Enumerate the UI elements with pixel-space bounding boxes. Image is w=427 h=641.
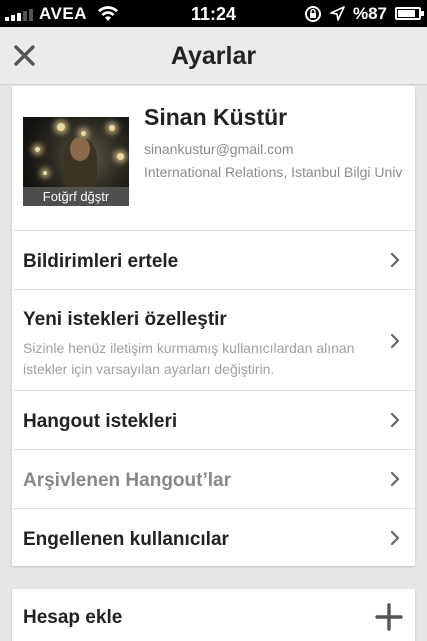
add-account-card[interactable]: Hesap ekle bbox=[12, 589, 415, 641]
avatar[interactable]: Fotğrf dğştr bbox=[23, 117, 129, 206]
setting-archived-hangouts[interactable]: Arşivlenen Hangout’lar bbox=[12, 450, 415, 509]
profile-section: Fotğrf dğştr Sinan Küstür sinankustur@gm… bbox=[12, 86, 415, 231]
chevron-right-icon bbox=[390, 252, 400, 268]
setting-label: Arşivlenen Hangout’lar bbox=[23, 470, 231, 491]
setting-blocked-users[interactable]: Engellenen kullanıcılar bbox=[12, 509, 415, 566]
chevron-right-icon bbox=[390, 333, 400, 349]
setting-label: Yeni istekleri özelleştir bbox=[23, 309, 227, 330]
chevron-right-icon bbox=[390, 412, 400, 428]
avatar-face bbox=[70, 137, 90, 161]
battery-percent: %87 bbox=[352, 3, 387, 23]
setting-hangout-invites[interactable]: Hangout istekleri bbox=[12, 391, 415, 450]
add-account-button[interactable] bbox=[375, 603, 403, 631]
profile-email: sinankustur@gmail.com bbox=[144, 141, 294, 157]
setting-snooze-notifications[interactable]: Bildirimleri ertele bbox=[12, 231, 415, 290]
close-icon bbox=[14, 45, 35, 66]
plus-icon bbox=[375, 603, 403, 631]
setting-label: Hangout istekleri bbox=[23, 411, 178, 432]
location-arrow-icon bbox=[330, 6, 345, 21]
profile-name: Sinan Küstür bbox=[144, 104, 288, 130]
close-button[interactable] bbox=[6, 36, 46, 76]
add-account-label: Hesap ekle bbox=[23, 607, 123, 628]
setting-label: Bildirimleri ertele bbox=[23, 251, 179, 272]
profile-school: International Relations, Istanbul Bilgi … bbox=[144, 164, 403, 180]
setting-description: Sizinle henüz iletişim kurmamış kullanıc… bbox=[23, 340, 355, 377]
status-bar: AVEA 11:24 %87 bbox=[0, 0, 427, 27]
battery-fill bbox=[398, 10, 416, 17]
nav-bar: Ayarlar bbox=[0, 27, 427, 85]
chevron-right-icon bbox=[390, 471, 400, 487]
page-title: Ayarlar bbox=[170, 42, 257, 70]
chevron-right-icon bbox=[390, 530, 400, 546]
status-right: %87 bbox=[304, 0, 424, 27]
setting-label: Engellenen kullanıcılar bbox=[23, 529, 229, 550]
battery-icon bbox=[395, 7, 424, 20]
setting-customize-invites[interactable]: Yeni istekleri özelleştir Sizinle henüz … bbox=[12, 290, 415, 391]
change-photo-label[interactable]: Fotğrf dğştr bbox=[23, 187, 129, 206]
settings-card: Fotğrf dğştr Sinan Küstür sinankustur@gm… bbox=[12, 86, 415, 566]
rotation-lock-icon bbox=[304, 5, 321, 22]
